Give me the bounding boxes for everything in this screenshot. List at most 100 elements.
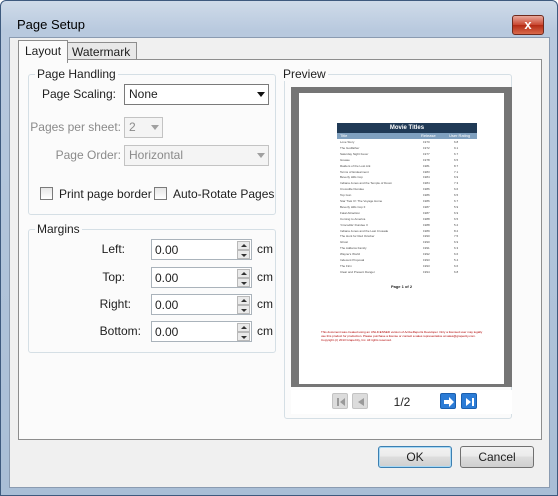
preview-table-cell: 6.8 <box>454 140 459 144</box>
preview-table-cell: 1977 <box>423 151 430 156</box>
preview-canvas[interactable]: Movie Titles Title Release User Rating L… <box>291 87 512 387</box>
last-page-icon <box>466 398 474 406</box>
preview-table-cell: 8.7 <box>454 163 459 168</box>
prev-page-icon <box>358 398 364 406</box>
margin-top-value: 0.00 <box>155 271 179 285</box>
preview-table-cell: 1988 <box>423 216 430 221</box>
preview-table-cell: 1981 <box>423 163 430 168</box>
preview-table-cell: 6.6 <box>454 252 459 257</box>
margin-top-input[interactable]: 0.00 <box>151 267 252 288</box>
preview-table-cell: 1992 <box>423 252 430 257</box>
preview-table-cell: 7.3 <box>454 181 459 186</box>
margin-right-input[interactable]: 0.00 <box>151 294 252 315</box>
print-page-border-checkbox[interactable] <box>40 187 53 200</box>
layout-tab-panel: Page Handling Page Scaling: None Pages p… <box>18 59 542 440</box>
preview-table-row: Wayne's World 1992 6.6 <box>337 252 477 257</box>
print-page-border-label[interactable]: Print page border <box>59 187 152 201</box>
preview-table-row: Coming to America 1988 6.5 <box>337 217 477 222</box>
spin-down-icon[interactable] <box>237 278 250 287</box>
preview-col-title: Title <box>340 133 348 138</box>
preview-table-cell: 6.9 <box>454 240 459 245</box>
preview-table-row: Crocodile Dundee 1986 6.6 <box>337 187 477 192</box>
preview-table-row: The Godfather 1972 9.1 <box>337 146 477 151</box>
next-page-button[interactable] <box>440 393 456 409</box>
preview-table-row: The Hunt for Red October 1990 7.5 <box>337 234 477 239</box>
auto-rotate-checkbox[interactable] <box>154 187 167 200</box>
preview-table-cell: 8.2 <box>454 228 459 233</box>
margin-bottom-input[interactable]: 0.00 <box>151 321 252 342</box>
preview-table-cell: Raiders of the Lost Ark <box>340 163 371 168</box>
preview-table-cell: Indecent Proposal <box>340 258 365 262</box>
preview-table-cell: 1972 <box>423 145 430 150</box>
first-page-button[interactable] <box>332 393 348 409</box>
preview-table-cell: 5.9 <box>454 204 459 209</box>
last-page-button[interactable] <box>461 393 477 409</box>
preview-table-row: Beverly Hills Cop II 1987 5.9 <box>337 205 477 210</box>
preview-table-cell: Grease <box>340 157 350 162</box>
title-bar[interactable]: Page Setup x <box>1 1 557 35</box>
margin-right-value: 0.00 <box>155 298 179 312</box>
margin-left-label: Left: <box>101 242 125 256</box>
preview-nav-bar: 1/2 <box>291 390 512 414</box>
preview-table-cell: 1987 <box>423 210 430 215</box>
preview-table-row: Star Trek IV: The Voyage Home 1986 6.7 <box>337 199 477 204</box>
margin-top-label: Top: <box>102 270 125 284</box>
preview-table-cell: 1970 <box>423 140 430 144</box>
margin-left-input[interactable]: 0.00 <box>151 239 252 260</box>
preview-table-cell: 6.7 <box>454 151 459 156</box>
preview-table-cell: 1990 <box>423 240 430 245</box>
preview-page: Movie Titles Title Release User Rating L… <box>299 93 504 384</box>
preview-table-cell: 5.2 <box>454 222 459 227</box>
preview-table-cell: 6.5 <box>454 157 459 162</box>
preview-table-row: Indiana Jones and the Last Crusade 1989 8.… <box>337 229 477 234</box>
preview-table-cell: Love Story <box>340 140 355 144</box>
preview-table-row: Terms of Endearment 1983 7.1 <box>337 170 477 175</box>
chevron-down-icon <box>257 153 265 158</box>
preview-table-row: Top Gun 1986 6.5 <box>337 193 477 198</box>
preview-table-cell: Indiana Jones and the Temple of Doom <box>340 181 393 186</box>
ok-button[interactable]: OK <box>378 446 452 468</box>
spin-down-icon[interactable] <box>237 305 250 314</box>
page-order-select: Horizontal <box>124 145 269 166</box>
preview-table-cell: Ghost <box>340 240 349 245</box>
preview-table-cell: Top Gun <box>340 193 352 198</box>
spin-up-icon[interactable] <box>237 323 250 332</box>
page-scaling-label: Page Scaling: <box>41 87 116 101</box>
preview-table-cell: The Firm <box>340 263 352 268</box>
preview-table-cell: Saturday Night Fever <box>340 151 369 156</box>
chevron-down-icon <box>257 92 265 97</box>
chevron-down-icon <box>151 125 159 130</box>
page-order-label: Page Order: <box>55 148 121 162</box>
page-scaling-select[interactable]: None <box>124 84 269 105</box>
preview-table-cell: 1993 <box>423 263 430 268</box>
preview-table-cell: Wayne's World <box>340 252 360 257</box>
preview-table-cell: 6.5 <box>454 216 459 221</box>
spin-up-icon[interactable] <box>237 241 250 250</box>
spin-down-icon[interactable] <box>237 250 250 259</box>
preview-table-cell: The Godfather <box>340 145 360 150</box>
cancel-button[interactable]: Cancel <box>460 446 534 468</box>
preview-table-cell: Indiana Jones and the Last Crusade <box>340 228 389 233</box>
margin-bottom-unit: cm <box>257 324 273 338</box>
preview-table-row: Indiana Jones and the Temple of Doom 1984… <box>337 181 477 186</box>
preview-table-cell: The Hunt for Red October <box>340 234 375 239</box>
spin-down-icon[interactable] <box>237 332 250 341</box>
page-handling-group: Page Handling Page Scaling: None Pages p… <box>28 67 276 215</box>
preview-col-rating: User Rating <box>449 133 471 138</box>
preview-table-row: Indecent Proposal 1993 5.4 <box>337 258 477 263</box>
close-button[interactable]: x <box>512 15 544 35</box>
spin-up-icon[interactable] <box>237 269 250 278</box>
tab-layout-label: Layout <box>25 44 62 58</box>
preview-table-cell: 6.9 <box>454 210 459 215</box>
preview-table-row: Raiders of the Lost Ark 1981 8.7 <box>337 164 477 169</box>
dialog-title: Page Setup <box>17 17 85 32</box>
prev-page-button[interactable] <box>352 393 368 409</box>
tab-layout[interactable]: Layout <box>18 40 69 63</box>
auto-rotate-label[interactable]: Auto-Rotate Pages <box>173 187 274 201</box>
spin-up-icon[interactable] <box>237 296 250 305</box>
page-indicator: 1/2 <box>393 395 411 409</box>
preview-group-label: Preview <box>281 67 328 81</box>
tab-watermark-label: Watermark <box>72 45 131 59</box>
page-handling-group-label: Page Handling <box>35 67 118 81</box>
preview-table-cell: 7.5 <box>454 234 459 239</box>
